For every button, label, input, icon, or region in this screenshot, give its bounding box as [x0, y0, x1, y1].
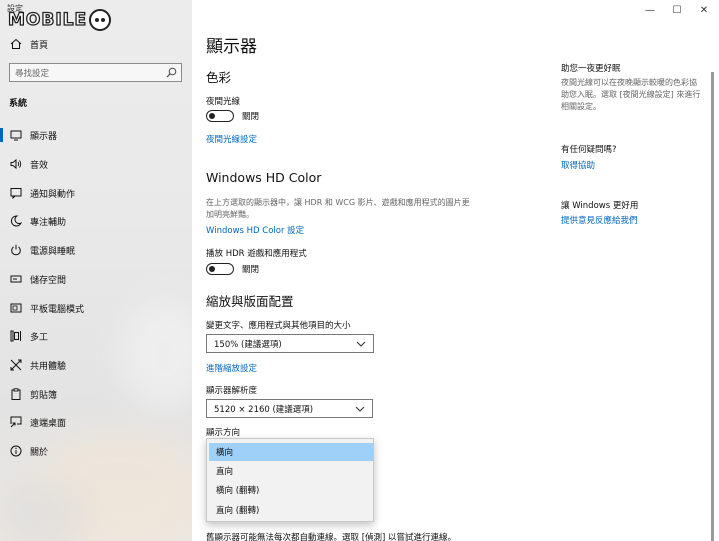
- resolution-dropdown[interactable]: 5120 × 2160 (建議選項): [206, 399, 373, 418]
- logo-text: MOBILE: [7, 9, 88, 30]
- improve-windows-heading: 讓 Windows 更好用: [561, 201, 639, 211]
- sidebar-item-power-sleep[interactable]: 電源與睡眠: [0, 238, 192, 262]
- sidebar-item-label: 關於: [30, 447, 49, 458]
- notification-icon: [9, 186, 23, 200]
- night-light-toggle[interactable]: [206, 110, 234, 122]
- monitor-icon: [9, 128, 23, 142]
- sidebar-item-tablet-mode[interactable]: 平板電腦模式: [0, 296, 192, 320]
- orientation-option-landscape[interactable]: 橫向: [209, 443, 373, 461]
- sidebar-item-label: 遠端桌面: [30, 418, 67, 429]
- sidebar-item-home[interactable]: 首頁: [0, 32, 192, 56]
- sidebar-item-label: 共用體驗: [30, 361, 67, 372]
- moon-icon: [9, 214, 23, 228]
- sidebar-item-label: 首頁: [30, 40, 49, 51]
- section-title-system: 系統: [9, 99, 28, 109]
- sidebar-item-multitasking[interactable]: 多工: [0, 324, 192, 348]
- sidebar-item-label: 多工: [30, 332, 49, 343]
- sidebar-item-label: 電源與睡眠: [30, 246, 76, 257]
- sleep-help-heading: 助您一夜更好眠: [561, 64, 621, 74]
- orientation-dropdown-list: 橫向 直向 橫向 (翻轉) 直向 (翻轉): [206, 438, 374, 522]
- hdr-toggle-row: 關閉: [206, 263, 259, 275]
- sleep-help-description: 夜間光線可以在夜晚顯示較暖的色彩協助您入眠。選取 [夜間光線設定] 來進行相關設…: [561, 78, 701, 111]
- home-icon: [9, 37, 23, 51]
- sidebar-item-label: 通知與動作: [30, 189, 76, 200]
- night-light-label: 夜間光線: [206, 97, 241, 107]
- scale-label: 變更文字、應用程式與其他項目的大小: [206, 321, 351, 331]
- sidebar-item-sound[interactable]: 音效: [0, 152, 192, 176]
- sidebar-item-label: 音效: [30, 160, 49, 171]
- storage-icon: [9, 272, 23, 286]
- mobile01-logo: MOBILE: [7, 9, 112, 31]
- sidebar-item-focus-assist[interactable]: 專注輔助: [0, 209, 192, 233]
- orientation-option-landscape-flipped[interactable]: 橫向 (翻轉): [209, 481, 373, 499]
- search-icon[interactable]: [164, 67, 178, 78]
- hdr-state: 關閉: [242, 265, 260, 275]
- get-help-link[interactable]: 取得協助: [561, 159, 595, 171]
- scale-dropdown[interactable]: 150% (建議選項): [206, 334, 374, 353]
- vertical-scrollbar[interactable]: [711, 72, 714, 541]
- sidebar-item-notifications[interactable]: 通知與動作: [0, 181, 192, 205]
- night-light-settings-link[interactable]: 夜間光線設定: [206, 133, 257, 145]
- resolution-value: 5120 × 2160 (建議選項): [214, 404, 314, 415]
- speaker-icon: [9, 157, 23, 171]
- hd-color-heading: Windows HD Color: [206, 170, 322, 185]
- hdr-toggle[interactable]: [206, 263, 234, 275]
- orientation-label: 顯示方向: [206, 428, 241, 438]
- color-heading: 色彩: [206, 70, 232, 85]
- night-light-state: 關閉: [242, 112, 260, 122]
- shared-experience-icon: [9, 358, 23, 372]
- power-icon: [9, 243, 23, 257]
- hd-color-description: 在上方選取的顯示器中，讓 HDR 和 WCG 影片、遊戲和應用程式的圖片更加明亮…: [206, 198, 470, 219]
- scale-value: 150% (建議選項): [214, 339, 282, 350]
- sidebar-background-blur: [0, 480, 90, 541]
- remote-desktop-icon: [9, 415, 23, 429]
- page-title: 顯示器: [206, 37, 257, 57]
- night-light-toggle-row: 關閉: [206, 110, 259, 122]
- sidebar-item-clipboard[interactable]: 剪貼簿: [0, 382, 192, 406]
- sidebar-item-about[interactable]: 關於: [0, 439, 192, 463]
- resolution-label: 顯示器解析度: [206, 386, 258, 396]
- detect-display-hint: 舊顯示器可能無法每次都自動連線。選取 [偵測] 以嘗試進行連線。: [206, 533, 457, 541]
- logo-face-icon: [89, 9, 112, 31]
- hd-color-settings-link[interactable]: Windows HD Color 設定: [206, 224, 304, 236]
- sidebar-item-label: 儲存空間: [30, 275, 67, 286]
- sidebar-item-remote-desktop[interactable]: 遠端桌面: [0, 410, 192, 434]
- hdr-label: 播放 HDR 遊戲和應用程式: [206, 249, 307, 259]
- search-input[interactable]: 尋找設定: [9, 63, 182, 82]
- sidebar-item-label: 平板電腦模式: [30, 304, 85, 315]
- chevron-down-icon: [354, 403, 366, 415]
- multitask-icon: [9, 329, 23, 343]
- feedback-link[interactable]: 提供意見反應給我們: [561, 214, 638, 226]
- clipboard-icon: [9, 387, 23, 401]
- sidebar-item-label: 專注輔助: [30, 217, 67, 228]
- search-placeholder: 尋找設定: [15, 68, 50, 79]
- orientation-option-portrait-flipped[interactable]: 直向 (翻轉): [209, 501, 373, 519]
- info-icon: [9, 444, 23, 458]
- scale-layout-heading: 縮放與版面配置: [206, 294, 294, 309]
- sidebar-item-label: 剪貼簿: [30, 390, 58, 401]
- sidebar-item-label: 顯示器: [30, 131, 58, 142]
- sidebar-item-display[interactable]: 顯示器: [0, 123, 192, 147]
- sidebar: 設定 MOBILE 首頁 尋找設定 系統 顯示器 音效 通知與動作 專注輔助 電…: [0, 0, 192, 541]
- advanced-scaling-link[interactable]: 進階縮放設定: [206, 362, 257, 374]
- chevron-down-icon: [355, 338, 367, 350]
- sidebar-item-shared-experiences[interactable]: 共用體驗: [0, 353, 192, 377]
- orientation-option-portrait[interactable]: 直向: [209, 462, 373, 480]
- sidebar-item-storage[interactable]: 儲存空間: [0, 267, 192, 291]
- tablet-icon: [9, 301, 23, 315]
- questions-heading: 有任何疑問嗎?: [561, 145, 617, 155]
